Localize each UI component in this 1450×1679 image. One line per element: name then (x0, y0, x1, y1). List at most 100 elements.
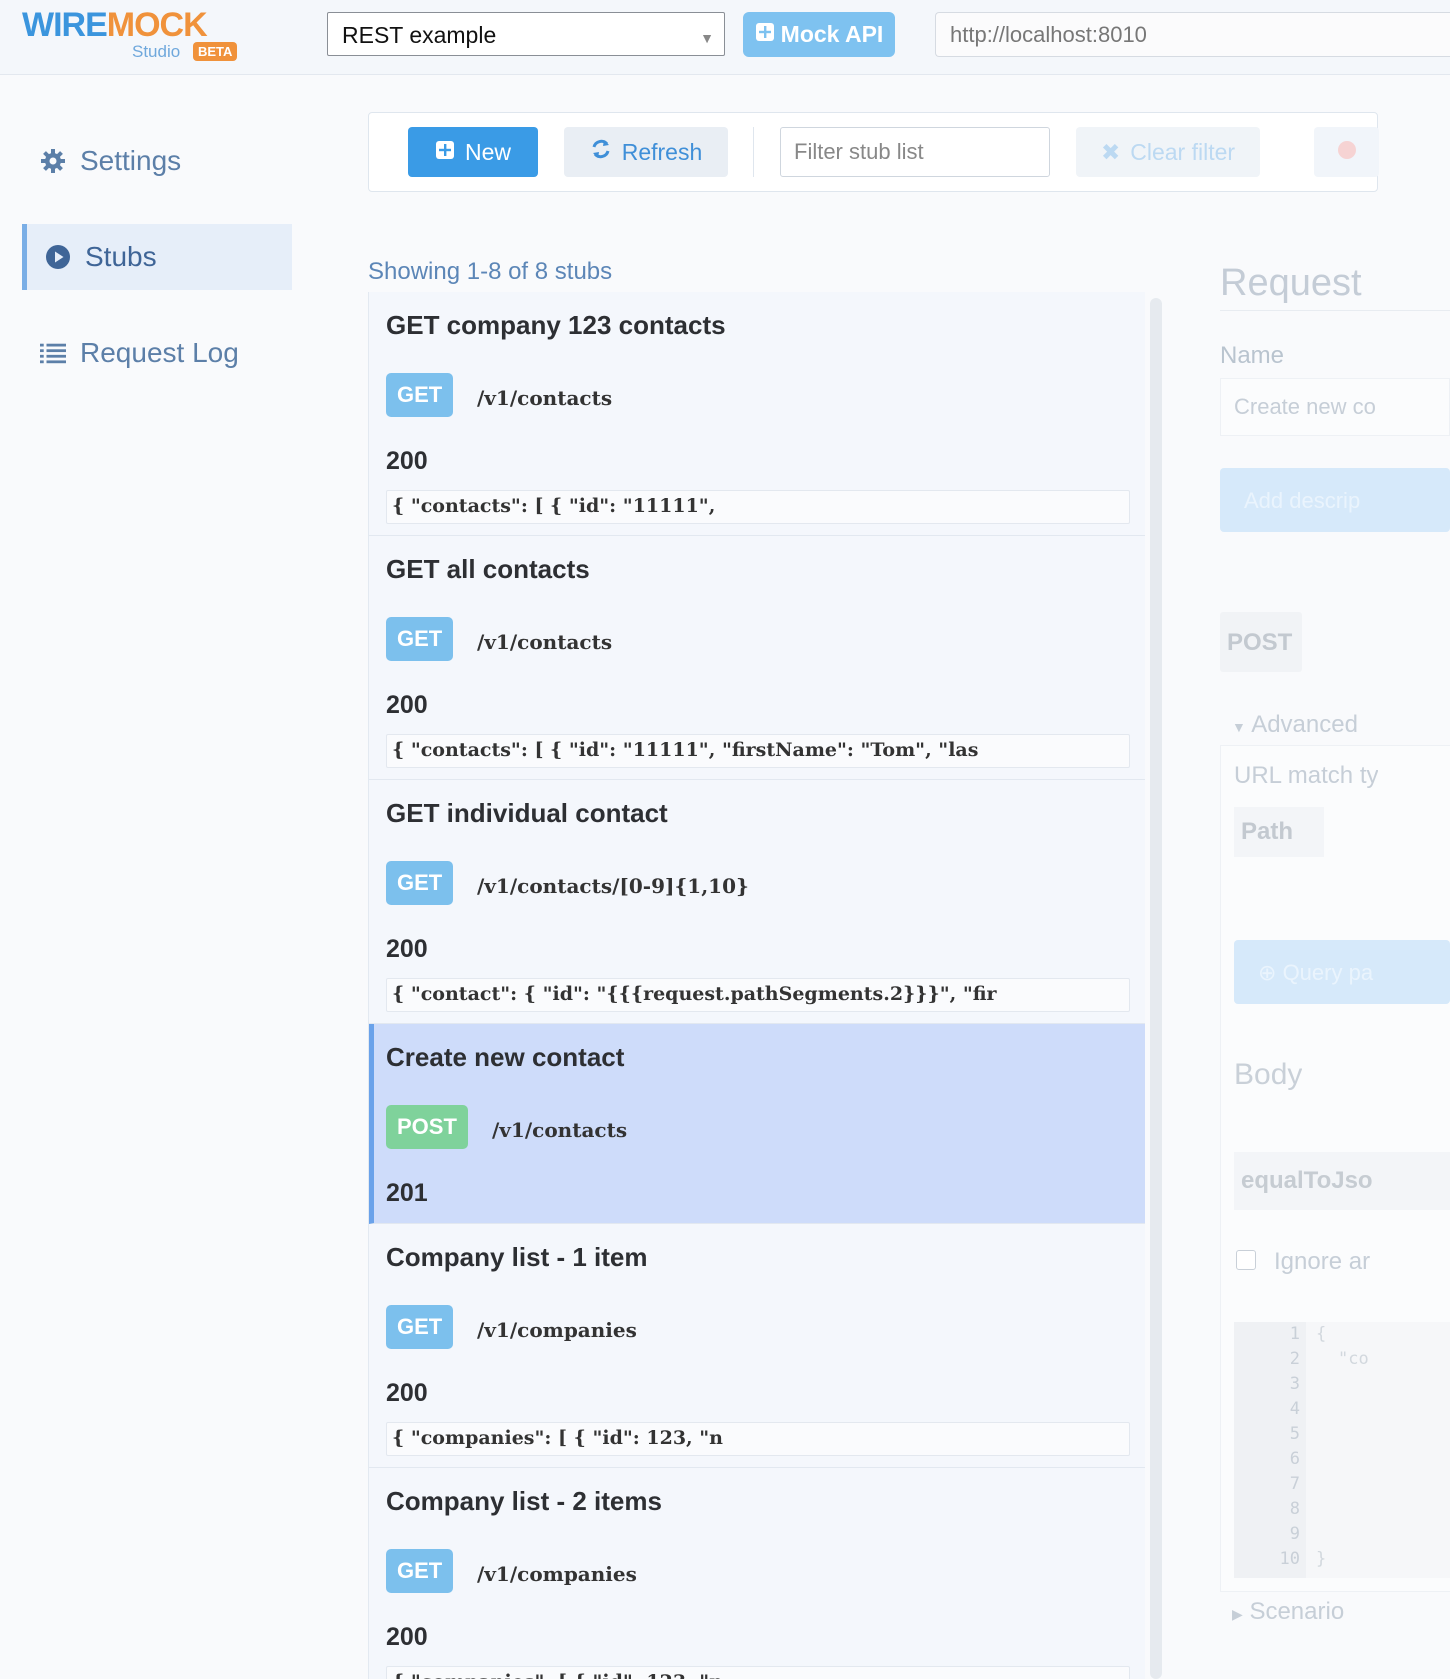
close-icon: ✖ (1100, 138, 1121, 165)
chevron-down-icon: ▼ (700, 30, 714, 46)
editor-divider (1220, 310, 1450, 311)
stub-name: Company list - 1 item (386, 1242, 648, 1272)
stub-count-text: Showing 1-8 of 8 stubs (368, 258, 613, 285)
plus-square-icon (755, 21, 775, 48)
method-badge: GET (386, 1305, 454, 1349)
stub-item[interactable]: Company list - 1 item GET /v1/companies … (369, 1224, 1145, 1468)
ignore-checkbox[interactable] (1236, 1250, 1256, 1270)
sidebar-item-label: Settings (80, 145, 182, 176)
method-badge: GET (386, 373, 454, 417)
method-select[interactable]: POST (1220, 612, 1302, 672)
mock-api-label: Mock API (780, 21, 884, 47)
name-label: Name (1220, 342, 1285, 369)
refresh-button[interactable]: Refresh (564, 127, 728, 177)
stub-item[interactable]: GET all contacts GET /v1/contacts 200 { … (369, 536, 1145, 780)
caret-right-icon: ▶ (1232, 1606, 1243, 1622)
stub-url-path: /v1/contacts (477, 386, 613, 410)
code-text: } (1316, 1549, 1327, 1569)
stub-name: GET company 123 contacts (386, 310, 726, 340)
stub-url-path: /v1/contacts (492, 1118, 628, 1142)
caret-down-icon: ▼ (1232, 719, 1246, 735)
advanced-label: Advanced (1251, 711, 1358, 738)
stub-item-selected[interactable]: Create new contact POST /v1/contacts 201 (369, 1024, 1145, 1224)
line-number: 4 (1289, 1399, 1300, 1419)
play-circle-icon (45, 244, 71, 270)
line-number: 2 (1289, 1349, 1300, 1369)
method-badge: GET (386, 617, 454, 661)
line-number: 10 (1279, 1549, 1300, 1569)
line-number: 3 (1289, 1374, 1300, 1394)
stub-name: GET all contacts (386, 554, 590, 584)
response-status: 200 (386, 1379, 428, 1407)
advanced-toggle[interactable]: ▼ Advanced (1232, 711, 1358, 739)
stub-url-path: /v1/contacts/[0-9]{1,10} (477, 874, 749, 898)
url-match-label: URL match ty (1234, 762, 1379, 789)
logo-mock-text: MOCK (106, 6, 208, 44)
sidebar-item-label: Request Log (80, 337, 239, 368)
plus-square-icon (435, 139, 455, 166)
query-label: Query pa (1282, 960, 1374, 985)
filter-stub-input[interactable]: Filter stub list (780, 127, 1050, 177)
url-match-select[interactable]: Path (1234, 807, 1324, 857)
logo-wire-text: WIRE (22, 6, 108, 44)
stub-list: GET company 123 contacts GET /v1/contact… (368, 292, 1145, 1679)
line-number: 5 (1289, 1424, 1300, 1444)
line-number: 9 (1289, 1524, 1300, 1544)
editor-title: Request (1220, 262, 1362, 304)
response-body-preview: { "companies": [ { "id": 123, "n (386, 1666, 1130, 1679)
response-status: 200 (386, 447, 428, 475)
base-url-value: http://localhost:8010 (950, 22, 1147, 47)
line-number: 1 (1289, 1324, 1300, 1344)
response-status: 200 (386, 691, 428, 719)
stub-item[interactable]: GET individual contact GET /v1/contacts/… (369, 780, 1145, 1024)
filter-placeholder: Filter stub list (794, 139, 924, 164)
stub-url-path: /v1/companies (477, 1562, 637, 1586)
stub-url-path: /v1/contacts (477, 630, 613, 654)
stub-name: Create new contact (386, 1042, 625, 1072)
wiremock-logo: WIREMOCK Studio BETA (22, 8, 242, 64)
ignore-label: Ignore ar (1274, 1248, 1371, 1275)
method-badge: POST (386, 1105, 468, 1149)
add-description-button[interactable]: Add descrip (1220, 468, 1450, 532)
line-number: 8 (1289, 1499, 1300, 1519)
project-select[interactable]: REST example ▼ (327, 12, 725, 56)
stub-editor-panel: Request Name Create new co Add descrip P… (1212, 0, 1450, 1679)
stub-item[interactable]: GET company 123 contacts GET /v1/contact… (369, 292, 1145, 536)
line-number: 7 (1289, 1474, 1300, 1494)
stub-list-scrollbar[interactable] (1150, 298, 1162, 1679)
line-number: 6 (1289, 1449, 1300, 1469)
stub-name-input[interactable]: Create new co (1220, 378, 1450, 436)
response-status: 201 (386, 1179, 428, 1207)
stub-name: GET individual contact (386, 798, 668, 828)
stub-item[interactable]: Company list - 2 items GET /v1/companies… (369, 1468, 1145, 1679)
stub-name: Company list - 2 items (386, 1486, 662, 1516)
sidebar-item-settings[interactable]: Settings (22, 128, 292, 194)
response-body-preview: { "contacts": [ { "id": "11111", "firstN… (386, 734, 1130, 768)
new-label: New (464, 138, 511, 165)
sidebar-item-request-log[interactable]: Request Log (22, 320, 292, 386)
gear-icon (40, 148, 66, 174)
code-text: { (1316, 1324, 1327, 1344)
response-body-preview: { "contacts": [ { "id": "11111", (386, 490, 1130, 524)
mock-api-button[interactable]: Mock API (743, 12, 895, 57)
body-matcher-select[interactable]: equalToJso (1234, 1152, 1450, 1210)
plus-circle-icon: ⊕ (1258, 960, 1277, 985)
body-code-editor[interactable]: 1 2 3 4 5 6 7 8 9 10 { "co } (1234, 1322, 1450, 1578)
response-body-preview: { "companies": [ { "id": 123, "n (386, 1422, 1130, 1456)
scenario-toggle[interactable]: ▶ Scenario (1232, 1598, 1344, 1626)
refresh-label: Refresh (621, 138, 703, 165)
new-stub-button[interactable]: New (408, 127, 538, 177)
list-icon (40, 340, 66, 366)
response-status: 200 (386, 1623, 428, 1651)
response-body-preview: { "contact": { "id": "{{{request.pathSeg… (386, 978, 1130, 1012)
sidebar-item-stubs[interactable]: Stubs (22, 224, 292, 290)
sidebar-item-label: Stubs (85, 241, 157, 272)
body-label: Body (1234, 1058, 1303, 1091)
stub-url-path: /v1/companies (477, 1318, 637, 1342)
response-status: 200 (386, 935, 428, 963)
method-badge: GET (386, 861, 454, 905)
code-text: "co (1338, 1349, 1369, 1369)
logo-studio-text: Studio (132, 42, 181, 61)
add-query-param-button[interactable]: ⊕ Query pa (1234, 940, 1450, 1004)
method-badge: GET (386, 1549, 454, 1593)
